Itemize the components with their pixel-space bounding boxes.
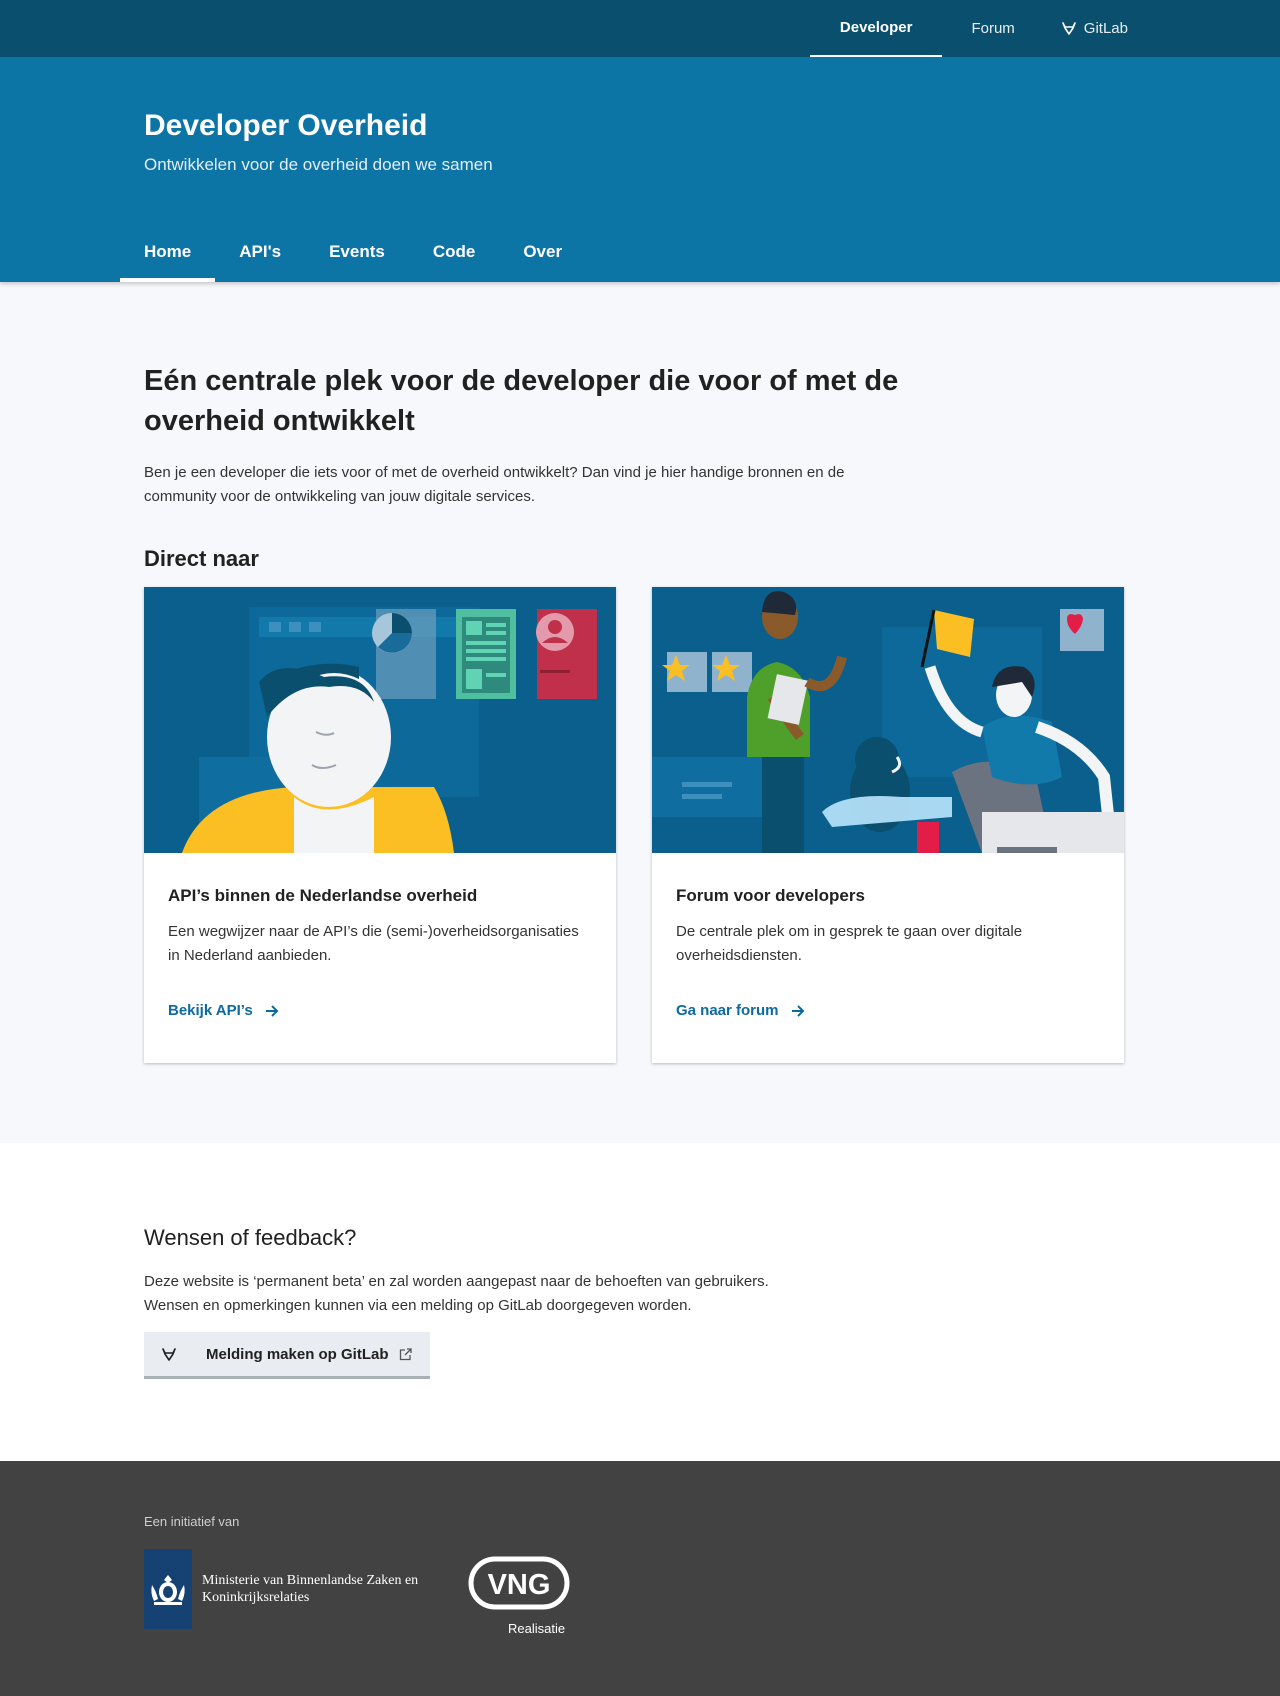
- ministry-name-line-2: Koninkrijksrelaties: [202, 1590, 310, 1605]
- ga-naar-forum-link[interactable]: Ga naar forum: [676, 1002, 805, 1019]
- card-forum-text: De centrale plek om in gesprek te gaan o…: [676, 923, 1023, 964]
- site-footer: Een initiatief van Ministerie van Binnen…: [0, 1461, 1280, 1696]
- feedback-line-1: Deze website is ‘permanent beta’ en zal …: [144, 1273, 769, 1290]
- feedback-text: Deze website is ‘permanent beta’ en zal …: [144, 1270, 904, 1318]
- vng-realisatie-logo-link[interactable]: VNG Realisatie: [468, 1556, 570, 1636]
- top-bar: Developer Forum GitLab: [0, 0, 1280, 57]
- apis-illustration: [144, 587, 616, 853]
- external-link-icon: [399, 1347, 412, 1360]
- top-nav-developer[interactable]: Developer: [809, 0, 943, 57]
- footer-initiative-label: Een initiatief van: [144, 1514, 240, 1529]
- nav-code[interactable]: Code: [409, 222, 500, 282]
- card-apis-title: API’s binnen de Nederlandse overheid: [168, 886, 478, 905]
- vng-logo: VNG: [468, 1556, 570, 1610]
- card-apis[interactable]: API’s binnen de Nederlandse overheid Een…: [144, 587, 616, 1063]
- feedback-heading: Wensen of feedback?: [144, 1225, 357, 1250]
- main-navigation: Home API's Events Code Over: [120, 222, 586, 282]
- gitlab-issue-button[interactable]: Melding maken op GitLab: [144, 1332, 430, 1379]
- feedback-line-2: Wensen en opmerkingen kunnen via een mel…: [144, 1297, 692, 1314]
- top-nav-forum[interactable]: Forum: [942, 0, 1043, 57]
- bekijk-apis-link[interactable]: Bekijk API’s: [168, 1002, 279, 1019]
- top-nav-gitlab[interactable]: GitLab: [1044, 0, 1138, 57]
- bekijk-apis-label: Bekijk API’s: [168, 1002, 253, 1019]
- bzk-logo-link[interactable]: Ministerie van Binnenlandse Zaken en Kon…: [144, 1549, 432, 1629]
- site-subtitle: Ontwikkelen voor de overheid doen we sam…: [144, 155, 493, 174]
- nav-over[interactable]: Over: [499, 222, 586, 282]
- ministry-name: Ministerie van Binnenlandse Zaken en Kon…: [202, 1572, 432, 1606]
- vng-realisatie-label: Realisatie: [508, 1621, 566, 1636]
- hero-section: Eén centrale plek voor de developer die …: [144, 361, 904, 509]
- top-navigation: Developer Forum GitLab: [809, 0, 1138, 57]
- feedback-section: Wensen of feedback? Deze website is ‘per…: [0, 1143, 1280, 1461]
- card-forum-title: Forum voor developers: [676, 886, 865, 905]
- arrow-right-icon: [791, 1004, 804, 1017]
- rijksoverheid-seal-icon: [144, 1549, 192, 1629]
- hero-title: Eén centrale plek voor de developer die …: [144, 365, 899, 437]
- forum-illustration: [652, 587, 1124, 853]
- top-nav-gitlab-label: GitLab: [1083, 20, 1128, 37]
- hero-intro: Ben je een developer die iets voor of me…: [144, 464, 845, 505]
- card-apis-text: Een wegwijzer naar de API’s die (semi-)o…: [168, 923, 579, 964]
- nav-apis[interactable]: API's: [215, 222, 305, 282]
- direct-heading: Direct naar: [144, 546, 259, 571]
- gitlab-icon: [162, 1347, 176, 1361]
- site-header: Developer Overheid Ontwikkelen voor de o…: [0, 57, 1280, 282]
- nav-events[interactable]: Events: [305, 222, 409, 282]
- card-forum[interactable]: Forum voor developers De centrale plek o…: [652, 587, 1124, 1063]
- site-title[interactable]: Developer Overheid: [144, 109, 427, 143]
- ministry-name-line-1: Ministerie van Binnenlandse Zaken en: [202, 1573, 419, 1588]
- ga-naar-forum-label: Ga naar forum: [676, 1002, 779, 1019]
- gitlab-icon: [1061, 22, 1076, 35]
- arrow-right-icon: [265, 1004, 279, 1017]
- vng-logo-text: VNG: [488, 1569, 551, 1601]
- gitlab-issue-button-label: Melding maken op GitLab: [206, 1345, 389, 1363]
- nav-home[interactable]: Home: [120, 222, 216, 282]
